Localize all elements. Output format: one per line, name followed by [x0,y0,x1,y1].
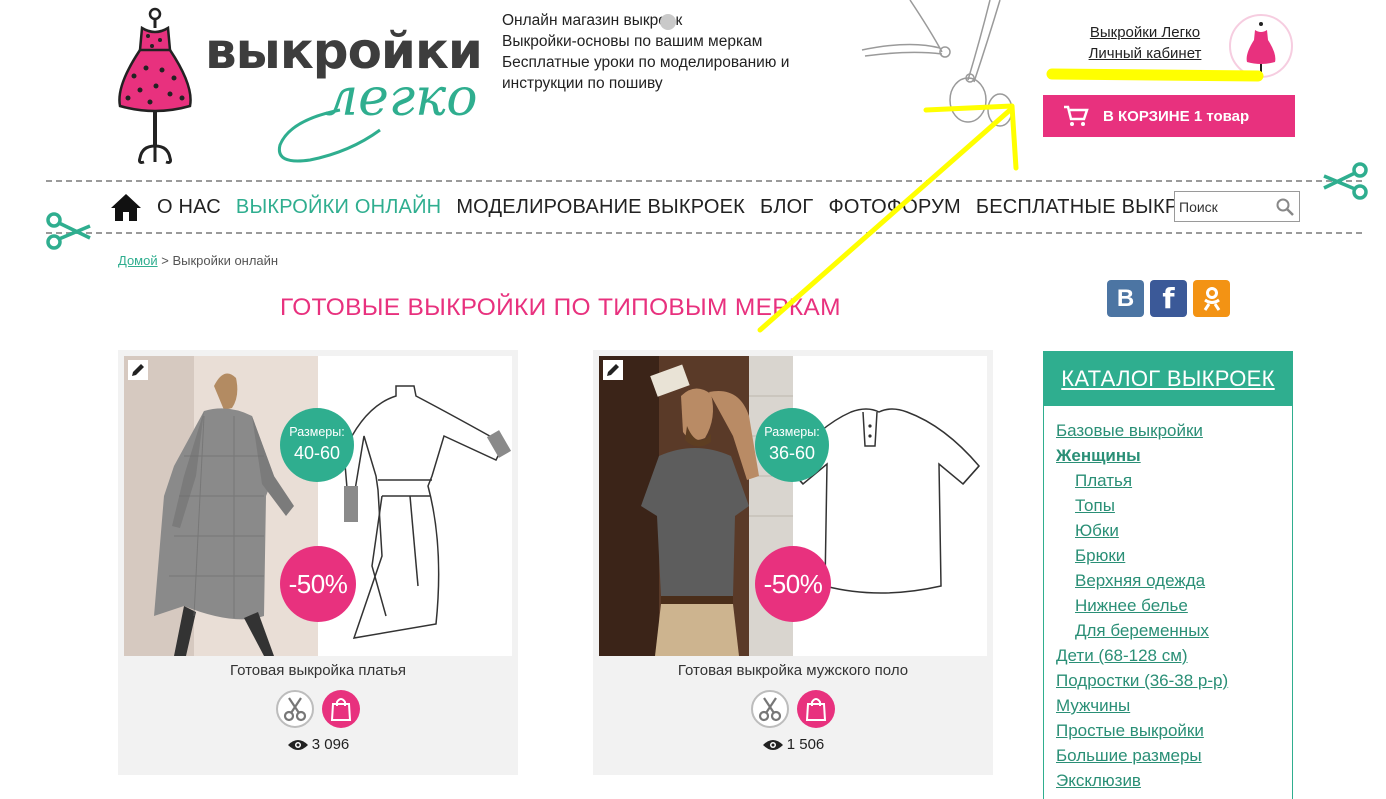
catalog-item-trousers[interactable]: Брюки [1056,543,1292,568]
edit-pencil-icon[interactable] [603,360,623,380]
nav-item-about[interactable]: О НАС [157,196,221,219]
facebook-share-button[interactable]: f [1150,280,1187,317]
logo-swirl-decoration [277,108,381,163]
vk-icon: В [1116,284,1135,312]
discount-badge: -50% [280,546,356,622]
catalog-item-skirts[interactable]: Юбки [1056,518,1292,543]
cart-label: В КОРЗИНЕ 1 товар [1103,107,1250,125]
product-card[interactable]: Размеры: 36-60 -50% Готовая выкройка муж… [593,350,993,775]
nav-top-divider [46,180,1362,182]
views-count: 3 096 [311,736,350,753]
catalog-item-outerwear[interactable]: Верхняя одежда [1056,568,1292,593]
settings-dot-decoration [660,14,676,30]
catalog-title[interactable]: КАТАЛОГ ВЫКРОЕК [1044,352,1292,406]
page-title: ГОТОВЫЕ ВЫКРОЙКИ ПО ТИПОВЫМ МЕРКАМ [280,294,841,321]
sizes-badge: Размеры: 40-60 [280,408,354,482]
search-icon[interactable] [1275,197,1295,217]
scissors-sketch-decoration [861,0,1013,127]
product-title[interactable]: Готовая выкройка мужского поло [593,662,993,679]
personal-cabinet-link[interactable]: Личный кабинет [1060,43,1230,64]
sizes-value: 36-60 [768,443,816,463]
discount-badge: -50% [755,546,831,622]
add-to-cart-button[interactable] [322,690,360,728]
breadcrumb-separator: > [161,253,169,268]
site-home-link[interactable]: Выкройки Легко [1060,22,1230,43]
sizes-badge: Размеры: 36-60 [755,408,829,482]
tagline-line: Онлайн магазин выкроек [502,12,683,29]
product-actions [118,690,518,728]
add-to-cart-button[interactable] [797,690,835,728]
breadcrumb: Домой > Выкройки онлайн [118,253,278,268]
tagline-line: инструкции по пошиву [502,75,663,92]
sizes-label: Размеры: [289,425,345,439]
nav-bottom-divider [46,232,1362,234]
catalog-item-teens[interactable]: Подростки (36-38 р-р) [1056,668,1292,693]
catalog-item-women[interactable]: Женщины [1056,443,1292,468]
odnoklassniki-icon [1203,286,1220,311]
tagline-line: Бесплатные уроки по моделированию и [502,54,790,71]
views-count: 1 506 [786,736,825,753]
catalog-item-lingerie[interactable]: Нижнее белье [1056,593,1292,618]
pattern-order-button[interactable] [751,690,789,728]
scissors-icon [46,212,91,250]
catalog-item-plus-size[interactable]: Большие размеры [1056,743,1292,768]
catalog-item-maternity[interactable]: Для беременных [1056,618,1292,643]
catalog-item-tops[interactable]: Топы [1056,493,1292,518]
home-icon[interactable] [110,192,142,222]
edit-pencil-icon[interactable] [128,360,148,380]
nav-item-photo-forum[interactable]: ФОТОФОРУМ [828,196,960,219]
search-input[interactable]: Поиск [1174,191,1300,222]
breadcrumb-home-link[interactable]: Домой [118,253,158,268]
catalog-list: Базовые выкройки Женщины Платья Топы Юбк… [1044,406,1292,793]
scissors-icon [1323,162,1368,200]
views-counter: 1 506 [593,736,993,753]
catalog-item-exclusive[interactable]: Эксклюзив [1056,768,1292,793]
eye-icon [287,739,308,750]
site-tagline: Онлайн магазин выкроек Выкройки-основы п… [502,10,789,94]
facebook-icon: f [1162,282,1175,315]
catalog-item-simple[interactable]: Простые выкройки [1056,718,1292,743]
views-counter: 3 096 [118,736,518,753]
cart-icon [1064,105,1089,126]
account-links: Выкройки Легко Личный кабинет [1060,22,1230,64]
nav-item-patterns-online[interactable]: ВЫКРОЙКИ ОНЛАЙН [236,196,441,219]
tagline-line: Выкройки-основы по вашим меркам [502,33,763,50]
catalog-item-kids[interactable]: Дети (68-128 см) [1056,643,1292,668]
shopping-bag-icon [805,698,827,721]
search-placeholder: Поиск [1179,198,1218,215]
logo-mannequin-icon[interactable] [112,6,198,166]
scissors-icon [758,697,782,722]
account-avatar[interactable] [1229,14,1293,78]
sizes-value: 40-60 [293,443,341,463]
shopping-bag-icon [330,698,352,721]
main-navigation: О НАС ВЫКРОЙКИ ОНЛАЙН МОДЕЛИРОВАНИЕ ВЫКР… [110,188,1250,226]
catalog-item-basic[interactable]: Базовые выкройки [1056,418,1292,443]
vk-share-button[interactable]: В [1107,280,1144,317]
eye-icon [762,739,783,750]
scissors-icon [283,697,307,722]
cart-button[interactable]: В КОРЗИНЕ 1 товар [1043,95,1295,137]
pattern-order-button[interactable] [276,690,314,728]
catalog-item-men[interactable]: Мужчины [1056,693,1292,718]
nav-item-blog[interactable]: БЛОГ [760,196,813,219]
mannequin-avatar-icon [1246,22,1276,72]
catalog-item-dresses[interactable]: Платья [1056,468,1292,493]
product-card[interactable]: Размеры: 40-60 -50% Готовая выкройка пла… [118,350,518,775]
product-title[interactable]: Готовая выкройка платья [118,662,518,679]
nav-item-pattern-modeling[interactable]: МОДЕЛИРОВАНИЕ ВЫКРОЕК [456,196,745,219]
catalog-sidebar: КАТАЛОГ ВЫКРОЕК Базовые выкройки Женщины… [1043,351,1293,799]
odnoklassniki-share-button[interactable] [1193,280,1230,317]
product-actions [593,690,993,728]
sizes-label: Размеры: [764,425,820,439]
breadcrumb-current: Выкройки онлайн [172,253,279,268]
product-image[interactable]: Размеры: 40-60 -50% [124,356,512,656]
product-image[interactable]: Размеры: 36-60 -50% [599,356,987,656]
